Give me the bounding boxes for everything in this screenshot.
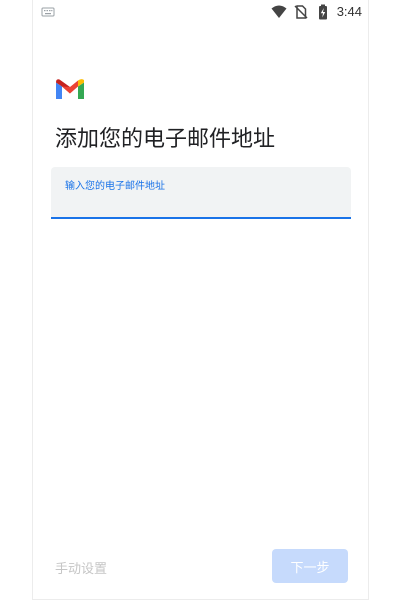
wifi-icon [271,5,287,18]
page-title: 添加您的电子邮件地址 [55,127,276,152]
status-icons: 3:44 [271,3,362,21]
status-time: 3:44 [336,4,362,19]
battery-charging-icon [318,4,327,20]
email-input[interactable] [65,191,335,211]
gmail-logo [56,79,84,99]
keyboard-icon [41,7,55,17]
status-bar: 3:44 [33,0,368,24]
manual-setup-link[interactable]: 手动设置 [55,558,107,577]
phone-screen: 3:44 添加您的电子邮件地址 输入您的电子邮件地址 手动设置 下一步 [32,0,369,600]
next-button[interactable]: 下一步 [272,549,348,583]
no-sim-icon [294,5,308,19]
email-field-label: 输入您的电子邮件地址 [65,181,165,192]
email-field[interactable]: 输入您的电子邮件地址 [51,167,351,219]
